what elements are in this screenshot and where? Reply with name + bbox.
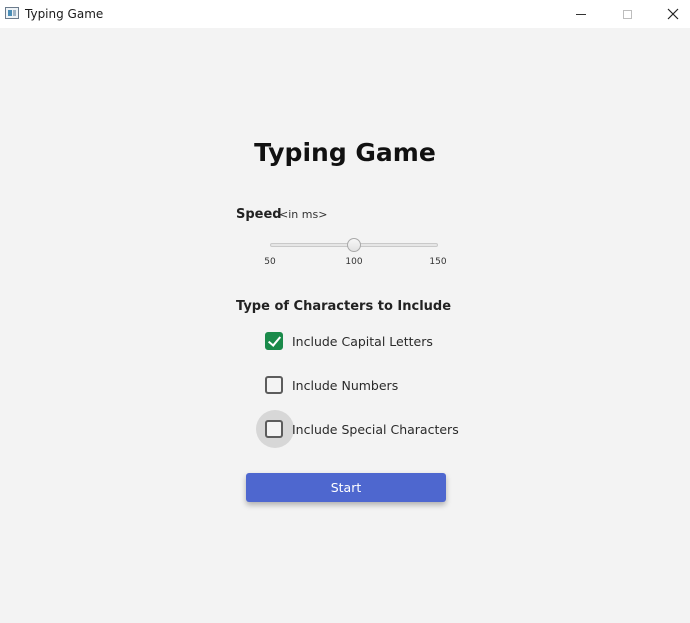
speed-tick-label: 150 [429, 257, 447, 267]
close-icon [667, 8, 679, 20]
speed-tick-label: 50 [264, 257, 276, 267]
special-characters-checkbox[interactable] [265, 420, 283, 438]
window-title: Typing Game [25, 7, 104, 21]
maximize-button[interactable] [604, 0, 650, 28]
speed-slider-thumb[interactable] [347, 238, 361, 252]
capital-letters-label: Include Capital Letters [292, 333, 433, 349]
numbers-option[interactable]: Include Numbers [265, 375, 398, 395]
page-title: Typing Game [254, 138, 436, 167]
special-characters-label: Include Special Characters [292, 421, 459, 437]
numbers-checkbox[interactable] [265, 376, 283, 394]
numbers-label: Include Numbers [292, 377, 399, 393]
special-characters-option[interactable]: Include Special Characters [265, 419, 459, 439]
minimize-button[interactable] [558, 0, 604, 28]
capital-letters-option[interactable]: Include Capital Letters [265, 331, 433, 351]
start-button[interactable]: Start [246, 473, 446, 502]
title-bar: Typing Game [0, 0, 690, 28]
app-window-icon [5, 7, 19, 19]
capital-letters-checkbox[interactable] [265, 332, 283, 350]
speed-unit-label: <in ms> [279, 208, 328, 221]
maximize-icon [622, 9, 632, 19]
checkmark-icon [267, 333, 282, 347]
character-types-label: Type of Characters to Include [236, 299, 452, 314]
speed-tick-label: 100 [345, 257, 363, 267]
speed-label: Speed [236, 207, 282, 222]
minimize-icon [576, 13, 586, 15]
close-button[interactable] [650, 0, 690, 28]
